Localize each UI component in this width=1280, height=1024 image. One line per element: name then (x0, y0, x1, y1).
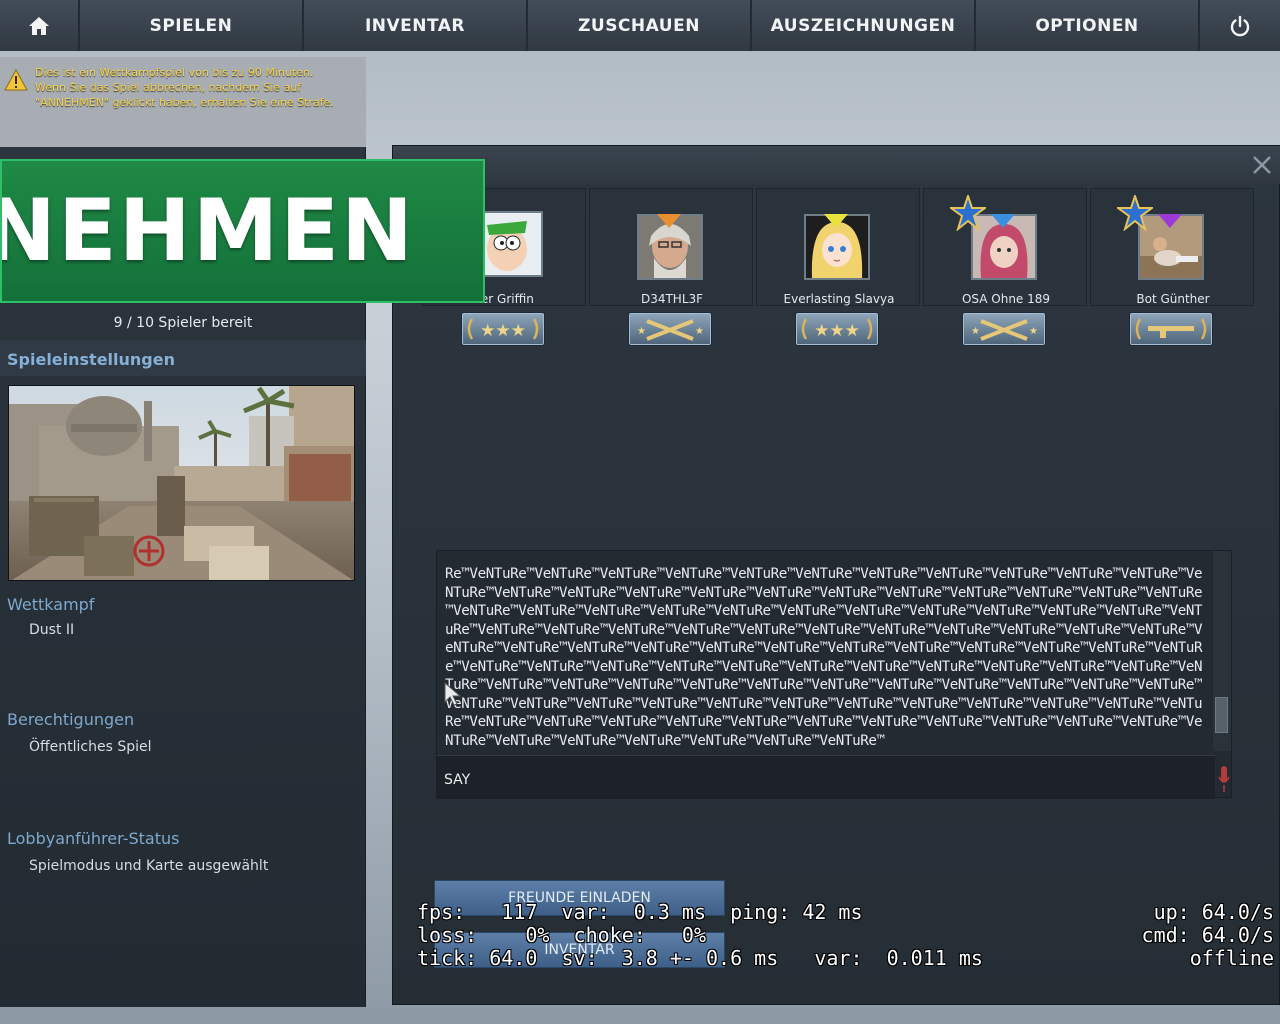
rank-rifle-icon (1135, 318, 1207, 340)
player-name: Everlasting Slavya (783, 292, 895, 306)
tab-inventar[interactable]: INVENTAR (304, 0, 528, 51)
mode-title: Wettkampf (7, 595, 95, 614)
say-label: SAY (444, 772, 471, 788)
player-name: OSA Ohne 189 (961, 292, 1051, 306)
ready-count: 9 / 10 Spieler bereit (113, 315, 253, 331)
permissions-value: Öffentliches Spiel (29, 739, 152, 755)
player-slot-5[interactable]: Bot Günther (1090, 188, 1254, 306)
star-badge-icon (1117, 195, 1153, 231)
svg-text:★: ★ (695, 326, 704, 337)
lobby-header (393, 146, 1280, 184)
rank-stars-icon: ★★★ (467, 318, 539, 341)
rank-badge: ★ ★ (628, 312, 712, 346)
accept-label: ANNEHMEN (2, 181, 415, 281)
player-avatar (477, 211, 543, 277)
rank-badge: ★★★ (461, 312, 545, 346)
player-slot-2[interactable]: D34THL3F (589, 188, 753, 306)
home-icon (29, 16, 49, 35)
rank-badge: ★★★ (795, 312, 879, 346)
leader-value: Spielmodus und Karte ausgewählt (29, 858, 269, 874)
tab-optionen[interactable]: OPTIONEN (976, 0, 1200, 51)
net-graph-stats: fps: 117 var: 0.3 ms ping: 42 ms loss: 0… (417, 900, 983, 970)
accept-button[interactable]: ANNEHMEN (0, 159, 485, 303)
player-name: D34THL3F (640, 292, 704, 306)
chat-panel: Re™VeNTuRe™VeNTuRe™VeNTuRe™VeNTuRe™VeNTu… (436, 550, 1232, 799)
chat-messages: Re™VeNTuRe™VeNTuRe™VeNTuRe™VeNTuRe™VeNTu… (445, 566, 1203, 749)
close-icon[interactable] (1251, 154, 1273, 176)
leader-title: Lobbyanführer-Status (7, 829, 180, 848)
rank-crossed-rifles-icon: ★ ★ (971, 319, 1038, 341)
settings-title: Spieleinstellungen (7, 350, 175, 369)
power-icon (1230, 15, 1250, 36)
tab-auszeichnungen[interactable]: AUSZEICHNUNGEN (752, 0, 976, 51)
player-slot-3[interactable]: Everlasting Slavya (756, 188, 920, 306)
svg-text:★: ★ (1029, 326, 1038, 337)
penalty-warning: Dies ist ein Wettkampfspiel von bis zu 9… (0, 57, 366, 147)
top-navigation: SPIELEN INVENTAR ZUSCHAUEN AUSZEICHNUNGE… (0, 0, 1280, 51)
microphone-icon[interactable] (1218, 765, 1230, 793)
net-graph-rates: up: 64.0/s cmd: 64.0/s offline (1141, 900, 1274, 970)
warning-text: Dies ist ein Wettkampfspiel von bis zu 9… (35, 66, 334, 109)
tab-spielen[interactable]: SPIELEN (80, 0, 304, 51)
permissions-title: Berechtigungen (7, 710, 135, 729)
color-marker-icon (1158, 214, 1182, 228)
home-button[interactable] (0, 0, 80, 51)
rank-stars-icon: ★★★ (801, 318, 873, 341)
rank-crossed-rifles-icon: ★ ★ (637, 319, 704, 341)
color-marker-icon (657, 214, 681, 228)
rank-badge (1129, 312, 1213, 346)
mouse-cursor-icon (444, 682, 462, 706)
map-preview-image (8, 385, 355, 581)
player-name: Bot Günther (1136, 292, 1210, 306)
player-slot-4[interactable]: OSA Ohne 189 (923, 188, 1087, 306)
color-marker-icon (824, 214, 848, 228)
chat-scroll-thumb[interactable] (1215, 697, 1228, 733)
svg-text:★★★: ★★★ (814, 321, 860, 341)
dust2-map-picture (9, 386, 354, 580)
chat-scrollbar[interactable] (1213, 551, 1231, 751)
warning-icon (4, 69, 28, 91)
chat-input[interactable]: SAY (437, 755, 1215, 799)
svg-text:★: ★ (637, 326, 646, 337)
color-marker-icon (991, 214, 1015, 228)
map-name: Dust II (29, 622, 75, 638)
svg-text:★★★: ★★★ (480, 321, 526, 341)
svg-text:★: ★ (971, 326, 980, 337)
power-button[interactable] (1200, 0, 1280, 51)
rank-badge: ★ ★ (962, 312, 1046, 346)
tab-zuschauen[interactable]: ZUSCHAUEN (528, 0, 752, 51)
star-badge-icon (950, 195, 986, 231)
